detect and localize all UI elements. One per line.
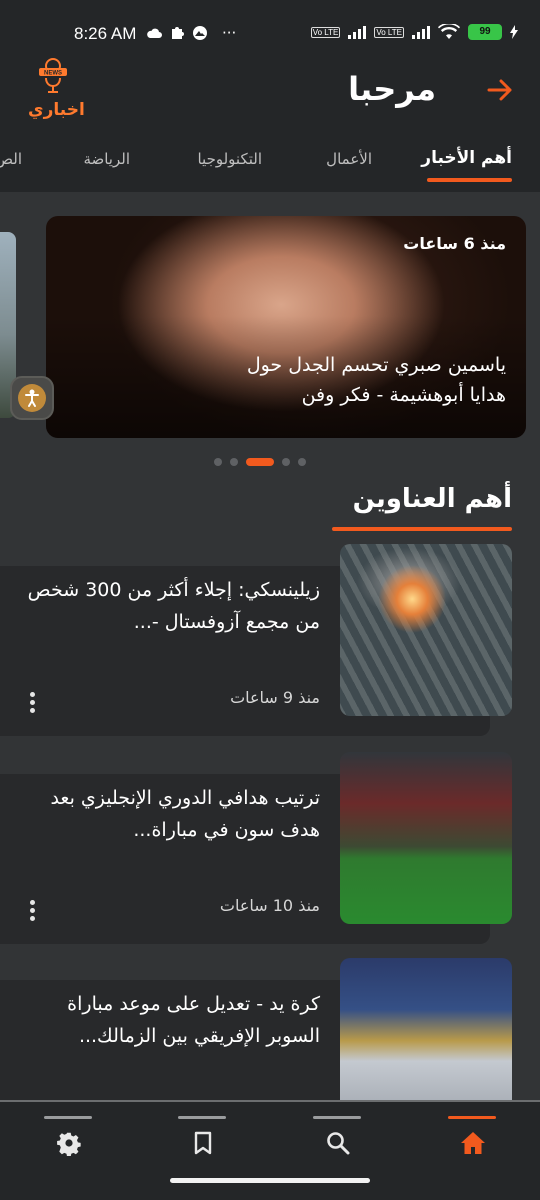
active-tab-indicator (427, 178, 512, 182)
app-header: NEWS اخباري مرحبا أهم الأخبار الأعمال ال… (0, 52, 540, 192)
carousel-dot[interactable] (298, 458, 306, 466)
microphone-icon: NEWS (39, 58, 67, 93)
home-icon (461, 1132, 485, 1154)
status-bar: 8:26 AM ··· Vo LTE Vo LTE 99 (0, 0, 540, 52)
tab-sports[interactable]: الرياضة (83, 150, 130, 168)
arrow-right-icon[interactable] (486, 76, 514, 104)
carousel-dot[interactable] (230, 458, 238, 466)
news-card[interactable]: زيلينسكي: إجلاء أكثر من 300 شخص من مجمع … (0, 544, 512, 736)
wifi-icon (438, 24, 460, 39)
charging-icon (510, 25, 518, 39)
logo-badge: NEWS (44, 71, 62, 77)
more-options-icon[interactable] (28, 900, 36, 924)
tab-business[interactable]: الأعمال (326, 150, 372, 168)
accessibility-button[interactable] (10, 376, 54, 420)
nav-settings[interactable] (44, 1116, 92, 1176)
search-icon (327, 1132, 350, 1155)
nav-home[interactable] (448, 1116, 496, 1176)
status-time: 8:26 AM (74, 24, 137, 43)
news-time: منذ 9 ساعات (230, 688, 320, 707)
logo-text: اخباري (28, 100, 85, 120)
news-thumbnail[interactable] (340, 752, 512, 924)
battery-icon: 99 (468, 24, 502, 40)
featured-carousel[interactable]: منذ 6 ساعات ياسمين صبري تحسم الجدل حول ه… (0, 216, 540, 438)
signal-icon-2 (412, 25, 430, 39)
section-underline (332, 527, 512, 531)
more-options-icon[interactable] (28, 692, 36, 716)
puzzle-icon (172, 27, 184, 39)
news-title: ترتيب هدافي الدوري الإنجليزي بعد هدف سون… (50, 787, 320, 841)
greeting-title: مرحبا (348, 70, 436, 108)
bottom-navigation (0, 1100, 540, 1200)
nav-search[interactable] (313, 1116, 361, 1176)
news-title: زيلينسكي: إجلاء أكثر من 300 شخص من مجمع … (27, 579, 320, 633)
carousel-dot[interactable] (282, 458, 290, 466)
home-indicator (170, 1178, 370, 1183)
section-title: أهم العناوين (352, 484, 512, 514)
news-card[interactable]: ترتيب هدافي الدوري الإنجليزي بعد هدف سون… (0, 752, 512, 944)
tab-technology[interactable]: التكنولوجيا (197, 150, 262, 168)
news-title: كرة يد - تعديل على موعد مباراة السوبر ال… (67, 993, 320, 1047)
news-thumbnail[interactable] (340, 544, 512, 716)
cloud-icon (147, 28, 162, 38)
carousel-dot-active[interactable] (246, 458, 274, 466)
accessibility-icon (25, 389, 39, 407)
tab-top-news[interactable]: أهم الأخبار (421, 148, 512, 168)
volte-icon: Vo LTE (310, 26, 341, 38)
signal-icon (348, 25, 367, 39)
app-logo[interactable]: NEWS اخباري (28, 58, 85, 120)
tab-partial[interactable]: الص (0, 150, 22, 168)
carousel-indicator (214, 458, 306, 466)
featured-slide[interactable]: منذ 6 ساعات ياسمين صبري تحسم الجدل حول ه… (46, 216, 526, 438)
volte-icon-2: Vo LTE (374, 26, 404, 38)
gear-icon (57, 1132, 81, 1156)
slide-title: ياسمين صبري تحسم الجدل حول هدايا أبوهشيم… (246, 354, 506, 406)
carousel-dot[interactable] (214, 458, 222, 466)
bookmark-icon (194, 1131, 212, 1155)
slide-time: منذ 6 ساعات (403, 234, 506, 253)
more-notifications-icon: ··· (222, 24, 237, 42)
app-notification-icon (193, 26, 207, 40)
nav-bookmarks[interactable] (178, 1116, 226, 1176)
news-time: منذ 10 ساعات (219, 896, 320, 915)
category-tabs: أهم الأخبار الأعمال التكنولوجيا الرياضة … (0, 146, 540, 182)
